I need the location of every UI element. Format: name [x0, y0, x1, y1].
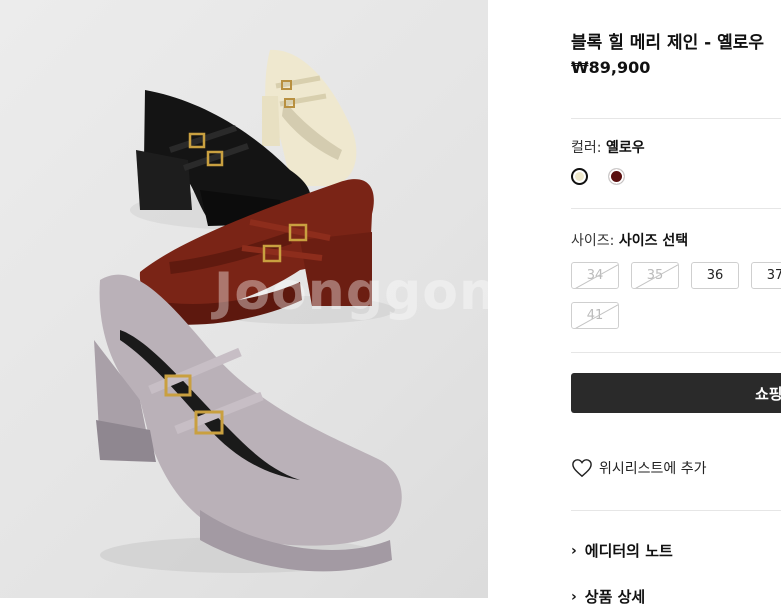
wishlist-button[interactable]: 위시리스트에 추가 [571, 458, 707, 478]
accordion-label: 상품 상세 [584, 588, 646, 606]
size-option-36[interactable]: 36 [691, 262, 739, 289]
product-info-panel: 블록 힐 메리 제인 - 옐로우 ₩89,900 컬러: 옐로우 사이즈: 사이… [488, 0, 781, 606]
divider [571, 352, 781, 353]
size-label: 사이즈: [571, 233, 615, 249]
size-option-34[interactable]: 34 [571, 262, 619, 289]
size-value: 사이즈 선택 [618, 233, 689, 249]
color-swatch-burgundy[interactable] [608, 168, 625, 185]
color-swatch-yellow[interactable] [571, 168, 588, 185]
heart-icon [572, 459, 592, 478]
shopping-button[interactable]: 쇼핑 [571, 373, 781, 413]
accordion-label: 에디터의 노트 [584, 542, 673, 560]
product-title: 블록 힐 메리 제인 - 옐로우 [571, 33, 765, 53]
divider [571, 510, 781, 511]
color-value: 옐로우 [605, 140, 645, 156]
product-price: ₩89,900 [571, 58, 651, 77]
divider [571, 118, 781, 119]
product-image: Joonggonar [0, 0, 488, 598]
product-photo-art [94, 49, 402, 573]
accordion-product-detail[interactable]: › 상품 상세 [571, 586, 645, 607]
size-option-41[interactable]: 41 [571, 302, 619, 329]
chevron-right-icon: › [571, 588, 577, 605]
color-label: 컬러: [571, 140, 602, 156]
size-option-35[interactable]: 35 [631, 262, 679, 289]
wishlist-label: 위시리스트에 추가 [599, 461, 707, 477]
accordion-editor-note[interactable]: › 에디터의 노트 [571, 540, 673, 561]
divider [571, 208, 781, 209]
size-label-row: 사이즈: 사이즈 선택 [571, 230, 688, 250]
chevron-right-icon: › [571, 542, 577, 559]
shopping-button-label: 쇼핑 [755, 384, 781, 403]
color-label-row: 컬러: 옐로우 [571, 137, 645, 157]
size-option-37[interactable]: 37 [751, 262, 781, 289]
